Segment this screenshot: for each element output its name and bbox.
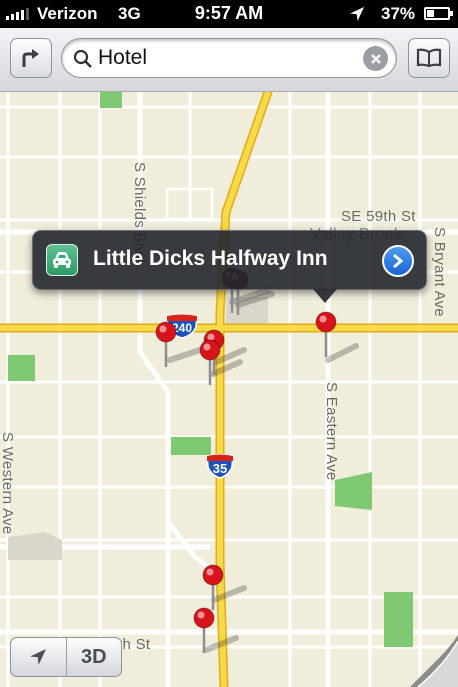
map-view[interactable]: S Shields Blvd SE 59th St Valley Brook S…: [0, 92, 458, 687]
clear-x-icon: [370, 53, 381, 64]
street-label-th-st: th St: [118, 636, 151, 653]
location-arrow-icon: [30, 649, 47, 665]
place-callout[interactable]: Little Dicks Halfway Inn: [32, 230, 427, 303]
hotel-pin-selected[interactable]: [315, 311, 337, 359]
status-bar: Verizon 3G 9:57 AM 37%: [0, 0, 458, 28]
bookmarks-button[interactable]: [408, 38, 450, 78]
directions-arrow-icon: [22, 49, 39, 67]
location-arrow-icon: [350, 7, 364, 21]
search-input[interactable]: [98, 45, 348, 71]
street-label-s-eastern-ave: S Eastern Ave: [323, 382, 340, 481]
street-label-se-59th-st: SE 59th St: [341, 208, 416, 225]
detail-disclosure-button[interactable]: [382, 245, 414, 277]
page-curl-icon[interactable]: [410, 635, 458, 687]
interstate-35-number: 35: [212, 461, 228, 476]
search-toolbar: [0, 28, 458, 92]
chevron-right-icon: [393, 253, 404, 269]
hotel-pin-5[interactable]: [199, 339, 221, 387]
hotel-pin-7[interactable]: [193, 607, 215, 655]
directions-button[interactable]: [10, 38, 52, 78]
map-controls: 3D: [10, 637, 122, 677]
bookmarks-book-icon: [416, 48, 442, 68]
3d-button[interactable]: 3D: [67, 638, 122, 676]
battery-level: [427, 10, 435, 17]
street-label-s-bryant-ave: S Bryant Ave: [431, 227, 448, 318]
search-field[interactable]: [61, 38, 397, 78]
hotel-pin-3[interactable]: [155, 321, 177, 369]
interstate-35-shield: 35: [205, 453, 235, 479]
magnifier-icon: [73, 49, 92, 68]
street-label-s-western-ave: S Western Ave: [0, 432, 16, 535]
map-canvas: [0, 92, 458, 687]
battery-percent: 37%: [381, 4, 416, 23]
tracking-button[interactable]: [11, 638, 67, 676]
battery-icon: [424, 7, 453, 20]
clear-search-button[interactable]: [363, 46, 388, 71]
callout-title: Little Dicks Halfway Inn: [93, 247, 328, 270]
car-icon: [46, 244, 78, 276]
hotel-pin-6[interactable]: [202, 564, 224, 612]
maps-screen: Verizon 3G 9:57 AM 37% Hotel S Shields B…: [0, 0, 458, 687]
